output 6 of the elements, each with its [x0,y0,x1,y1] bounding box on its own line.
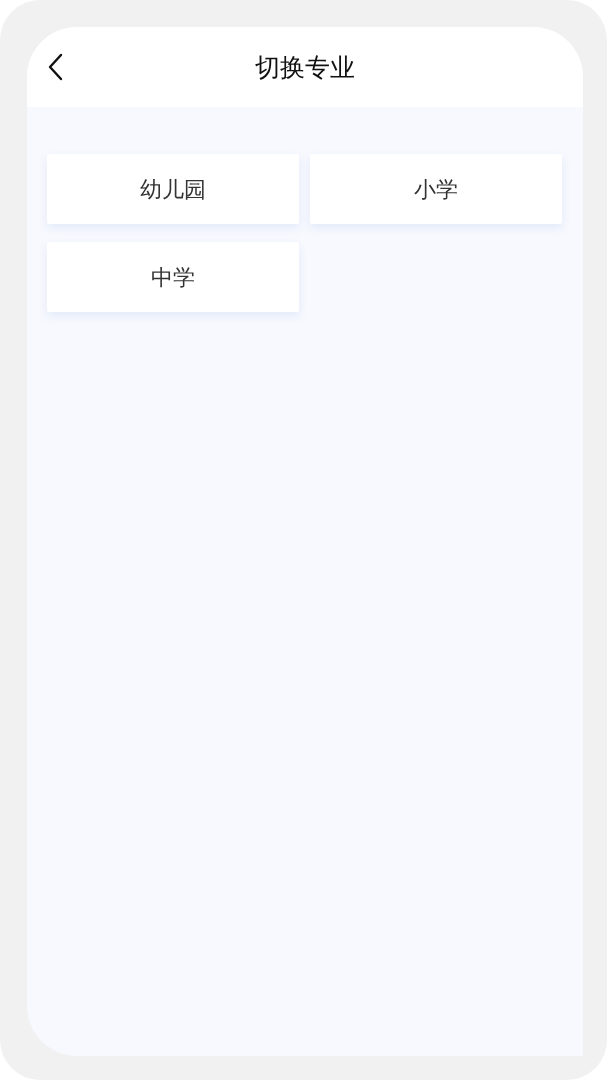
back-button[interactable] [46,53,64,81]
page-title: 切换专业 [255,53,355,83]
back-icon [47,53,63,81]
level-option[interactable]: 幼儿园 [47,154,299,224]
level-option[interactable]: 小学 [310,154,562,224]
level-option[interactable]: 中学 [47,242,299,312]
